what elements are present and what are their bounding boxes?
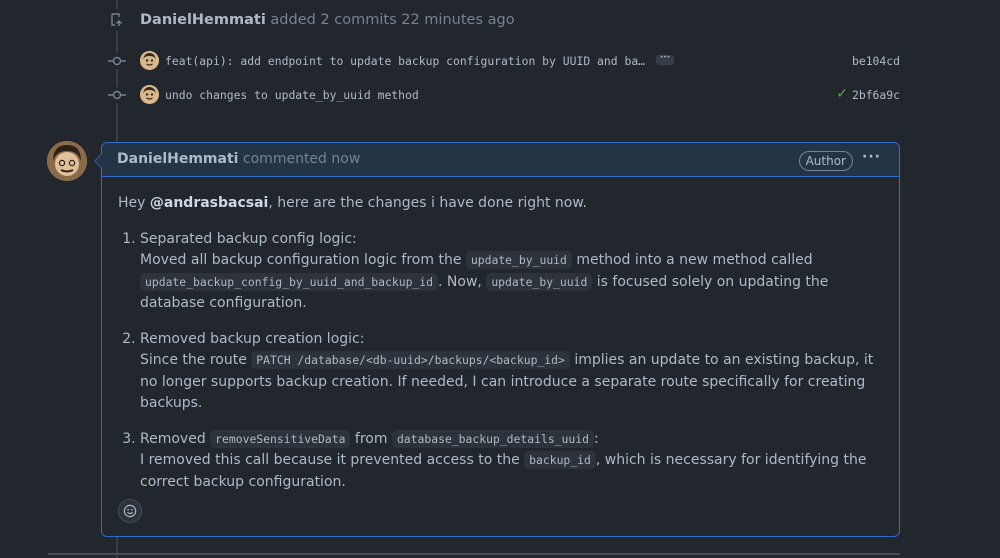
commit-row: feat(api): add endpoint to update backup… — [108, 49, 908, 73]
inline-code: removeSensitiveData — [210, 429, 351, 448]
inline-code: backup_id — [524, 451, 596, 469]
list-item: Removed removeSensitiveData from databas… — [140, 429, 888, 494]
list-item-title: : — [593, 430, 599, 447]
commit-node-icon — [108, 53, 126, 69]
commit-message-link[interactable]: undo changes to update_by_uuid method — [165, 88, 419, 102]
list-item-title: from — [350, 430, 392, 447]
comment-author-link[interactable]: DanielHemmati — [117, 151, 238, 167]
inline-code: update_backup_config_by_uuid_and_backup_… — [140, 272, 439, 291]
list-item-title: Separated backup config logic: — [140, 230, 357, 247]
comment-author-avatar[interactable] — [47, 141, 87, 181]
check-icon[interactable]: ✓ — [836, 86, 848, 102]
body-text: . Now, — [438, 273, 487, 290]
user-mention-link[interactable]: @andrasbacsai — [150, 195, 268, 211]
smiley-icon — [123, 504, 137, 518]
comment-greeting: Hey @andrasbacsai, here are the changes … — [118, 193, 888, 215]
author-badge: Author — [798, 151, 853, 171]
list-item: Removed backup creation logic: Since the… — [140, 329, 888, 415]
commit-sha-link[interactable]: 2bf6a9c — [852, 88, 900, 102]
commit-row: undo changes to update_by_uuid method ✓ … — [108, 83, 908, 107]
inline-code: update_by_uuid — [486, 272, 593, 291]
comment-card: DanielHemmati commented now Author ··· H… — [94, 142, 900, 537]
body-text: I removed this call because it prevented… — [140, 452, 525, 468]
greeting-text: Hey — [118, 195, 150, 211]
commit-author-avatar[interactable] — [140, 51, 159, 70]
push-event-text: DanielHemmati added 2 commits 22 minutes… — [140, 12, 515, 28]
inline-code: update_by_uuid — [465, 251, 572, 269]
repo-push-icon — [106, 9, 128, 31]
list-item-title: Removed — [140, 430, 211, 447]
commit-sha-link[interactable]: be104cd — [852, 54, 900, 68]
expand-commit-button[interactable]: ··· — [656, 54, 674, 65]
inline-code: database_backup_details_uuid — [391, 429, 594, 448]
comment-header-text: DanielHemmati commented now — [117, 151, 360, 167]
commit-author-avatar[interactable] — [140, 85, 159, 104]
add-reaction-button[interactable] — [118, 499, 142, 523]
body-text: method into a new method called — [571, 252, 813, 268]
timeline-divider — [48, 553, 900, 555]
comment-timestamp[interactable]: commented now — [243, 151, 360, 167]
body-text: Since the route — [140, 352, 252, 368]
comment-body: Hey @andrasbacsai, here are the changes … — [118, 193, 888, 507]
commit-node-icon — [108, 87, 126, 103]
push-event-description: added 2 commits 22 minutes ago — [270, 12, 515, 28]
changes-list: Separated backup config logic: Moved all… — [118, 229, 888, 494]
commit-message-link[interactable]: feat(api): add endpoint to update backup… — [165, 54, 645, 68]
inline-code: PATCH /database/<db-uuid>/backups/<backu… — [251, 351, 570, 369]
body-text: Moved all backup configuration logic fro… — [140, 252, 466, 268]
comment-header: DanielHemmati commented now Author ··· — [94, 143, 899, 177]
list-item-title: Removed backup creation logic: — [140, 330, 365, 347]
comment-pointer-fill — [95, 154, 102, 168]
push-author-link[interactable]: DanielHemmati — [140, 12, 266, 28]
list-item: Separated backup config logic: Moved all… — [140, 229, 888, 315]
comment-options-button[interactable]: ··· — [862, 149, 881, 165]
greeting-text: , here are the changes i have done right… — [268, 195, 587, 211]
